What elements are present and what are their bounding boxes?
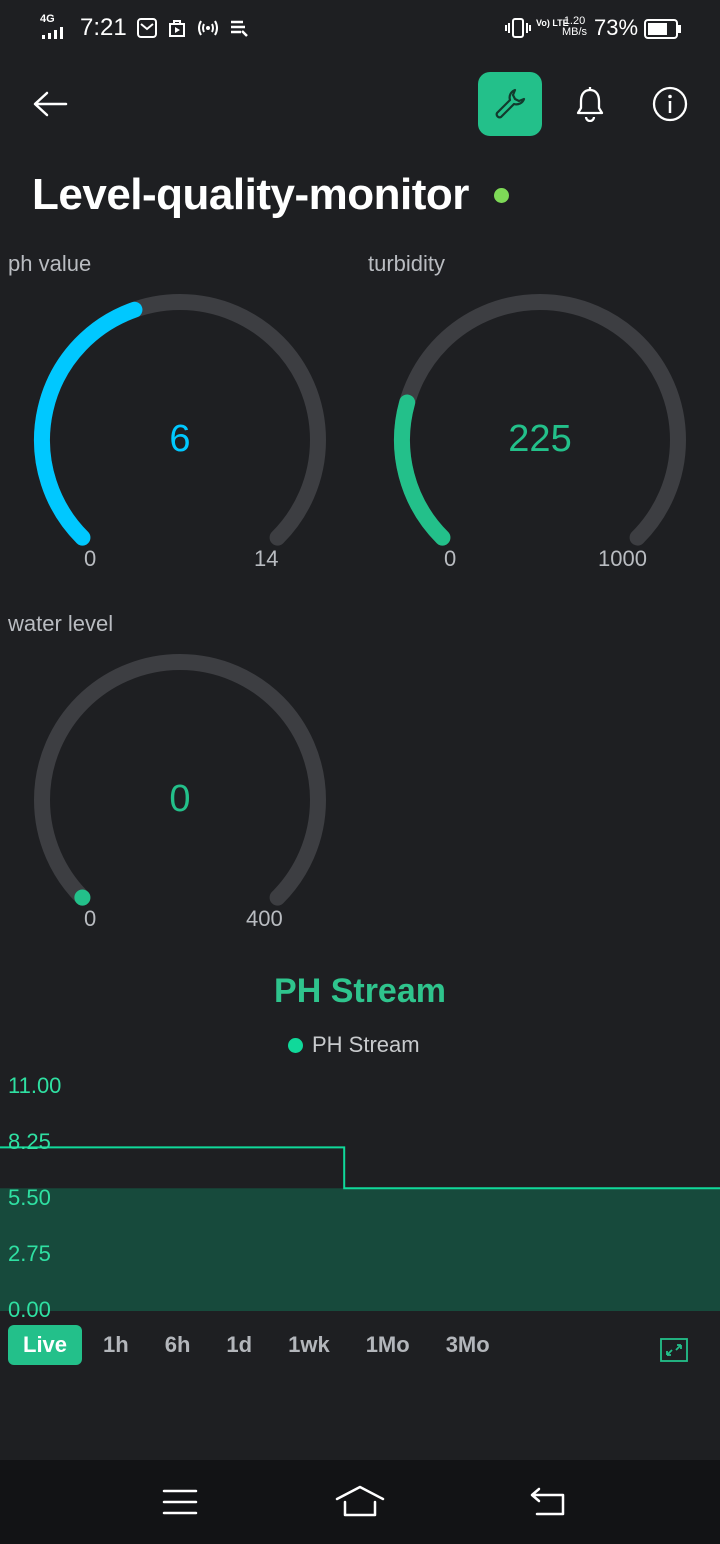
water-level-gauge xyxy=(34,654,326,906)
y-tick-label: 2.75 xyxy=(8,1241,51,1266)
status-bar: 4G 7:21 Vo) LTE 1.20 MB/s 73% xyxy=(0,0,720,58)
ph-gauge xyxy=(34,294,326,546)
legend-dot xyxy=(288,1037,303,1053)
chart-legend[interactable]: PH Stream xyxy=(288,1032,420,1058)
battery-percent: 73% xyxy=(594,15,639,40)
range-1d-button[interactable]: 1d xyxy=(211,1325,267,1365)
range-3mo-button[interactable]: 3Mo xyxy=(431,1325,505,1365)
ph-stream-chart[interactable] xyxy=(0,1070,720,1325)
gauge-max-ph: 14 xyxy=(254,546,279,571)
system-nav-bar xyxy=(0,1460,720,1544)
range-live-button[interactable]: Live xyxy=(8,1325,83,1365)
menu-icon xyxy=(162,1489,198,1515)
settings-button[interactable] xyxy=(478,72,542,136)
recents-button[interactable] xyxy=(156,1480,204,1524)
info-button[interactable] xyxy=(646,80,694,128)
net-speed: 1.20 MB/s xyxy=(562,16,587,38)
notifications-button[interactable] xyxy=(566,80,614,128)
gauge-max-water-level: 400 xyxy=(246,906,283,931)
gauge-max-turbidity: 1000 xyxy=(598,546,647,571)
device-title: Level-quality-monitor xyxy=(32,170,469,219)
gauge-label-water-level: water level xyxy=(8,611,114,636)
online-status-dot xyxy=(494,188,509,203)
chart-area-fill xyxy=(0,1188,720,1311)
range-6h-button[interactable]: 6h xyxy=(150,1325,206,1365)
gauge-value-turbidity: 225 xyxy=(508,418,572,460)
chart-title: PH Stream xyxy=(274,972,446,1010)
signal-icon xyxy=(42,27,63,39)
play-store-icon xyxy=(169,20,185,37)
y-tick-label: 11.00 xyxy=(8,1073,62,1098)
bell-icon xyxy=(576,87,604,122)
battery-icon xyxy=(644,19,681,39)
wrench-icon xyxy=(495,88,526,119)
info-icon xyxy=(652,86,688,122)
gauge-value-water-level: 0 xyxy=(169,778,191,820)
gauge-label-ph: ph value xyxy=(8,251,92,276)
y-tick-label: 0.00 xyxy=(8,1297,51,1322)
gauge-value-ph: 6 xyxy=(169,418,191,460)
expand-chart-button[interactable] xyxy=(654,1330,694,1370)
network-type: 4G xyxy=(40,13,55,25)
home-icon xyxy=(335,1485,385,1517)
turbidity-gauge xyxy=(394,294,686,546)
gauge-min-ph: 0 xyxy=(84,546,97,571)
range-1h-button[interactable]: 1h xyxy=(88,1325,144,1365)
y-tick-label: 8.25 xyxy=(8,1129,51,1154)
arrow-left-icon xyxy=(33,91,68,117)
range-1mo-button[interactable]: 1Mo xyxy=(351,1325,425,1365)
ph-stream-line xyxy=(0,1146,720,1190)
mail-notification-icon xyxy=(137,18,157,38)
expand-icon xyxy=(660,1338,688,1362)
clock: 7:21 xyxy=(80,14,127,41)
data-saver-icon xyxy=(231,20,248,37)
legend-label: PH Stream xyxy=(312,1032,420,1057)
gauge-fill xyxy=(394,394,451,546)
back-button[interactable] xyxy=(24,80,76,128)
time-range-selector: Live 1h 6h 1d 1wk 1Mo 3Mo xyxy=(8,1325,511,1365)
y-tick-label: 5.50 xyxy=(8,1185,51,1210)
gauge-min-turbidity: 0 xyxy=(444,546,457,571)
gauge-min-water-level: 0 xyxy=(84,906,97,931)
back-nav-button[interactable] xyxy=(524,1480,572,1524)
net-speed-unit: MB/s xyxy=(562,26,588,38)
back-return-icon xyxy=(530,1487,565,1516)
hotspot-icon xyxy=(198,20,218,36)
vibrate-icon xyxy=(505,18,531,38)
gauge-label-turbidity: turbidity xyxy=(368,251,446,276)
home-button[interactable] xyxy=(334,1480,386,1524)
range-1wk-button[interactable]: 1wk xyxy=(273,1325,345,1365)
